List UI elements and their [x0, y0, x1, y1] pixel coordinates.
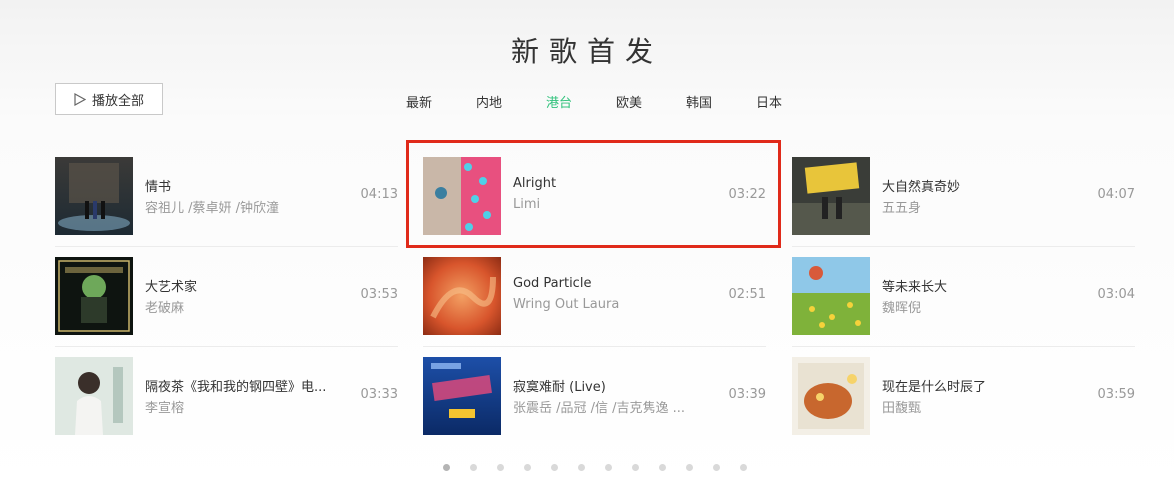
divider [792, 246, 1135, 247]
song-duration: 04:07 [1097, 187, 1135, 202]
song-duration: 02:51 [728, 287, 766, 302]
tab-japan[interactable]: 日本 [756, 92, 782, 111]
section-title: 新歌首发 [510, 35, 663, 68]
divider [423, 346, 766, 347]
album-cover[interactable] [55, 257, 133, 335]
tab-korea[interactable]: 韩国 [686, 92, 712, 111]
divider [792, 346, 1135, 347]
song-item[interactable]: 等未来长大 魏晖倪 03:04 [792, 257, 1135, 335]
divider [55, 246, 398, 247]
song-duration: 03:53 [360, 287, 398, 302]
page-dot[interactable] [524, 464, 531, 471]
song-artist[interactable]: 张震岳 /品冠 /信 /吉克隽逸 ... [513, 397, 685, 416]
region-tabs: 最新 内地 港台 欧美 韩国 日本 [0, 92, 1174, 112]
album-cover[interactable] [423, 357, 501, 435]
song-duration: 03:59 [1097, 387, 1135, 402]
song-artist[interactable]: Wring Out Laura [513, 297, 619, 312]
song-duration: 03:04 [1097, 287, 1135, 302]
page-dot[interactable] [686, 464, 693, 471]
album-cover[interactable] [792, 257, 870, 335]
song-item[interactable]: 大艺术家 老破麻 03:53 [55, 257, 398, 335]
song-title[interactable]: 隔夜茶《我和我的钢四壁》电... [145, 376, 326, 395]
song-artist[interactable]: 五五身 [882, 197, 921, 216]
page-dot[interactable] [470, 464, 477, 471]
song-artist[interactable]: 魏晖倪 [882, 297, 921, 316]
song-title[interactable]: God Particle [513, 276, 591, 291]
pagination-dots [0, 464, 1174, 472]
highlight-box [406, 140, 781, 248]
song-item[interactable]: God Particle Wring Out Laura 02:51 [423, 257, 766, 335]
song-duration: 03:39 [728, 387, 766, 402]
page-dot[interactable] [659, 464, 666, 471]
song-duration: 04:13 [360, 187, 398, 202]
song-title[interactable]: 情书 [145, 176, 171, 195]
song-title[interactable]: 等未来长大 [882, 276, 947, 295]
song-title[interactable]: 大自然真奇妙 [882, 176, 960, 195]
divider [55, 346, 398, 347]
song-item[interactable]: 隔夜茶《我和我的钢四壁》电... 李宣榕 03:33 [55, 357, 398, 435]
song-artist[interactable]: 田馥甄 [882, 397, 921, 416]
song-item[interactable]: 大自然真奇妙 五五身 04:07 [792, 157, 1135, 235]
tab-hk-tw[interactable]: 港台 [546, 92, 572, 111]
page-dot[interactable] [632, 464, 639, 471]
song-artist[interactable]: 老破麻 [145, 297, 184, 316]
album-cover[interactable] [55, 357, 133, 435]
page-dot[interactable] [497, 464, 504, 471]
page-dot[interactable] [578, 464, 585, 471]
song-item[interactable]: 现在是什么时辰了 田馥甄 03:59 [792, 357, 1135, 435]
page-dot[interactable] [443, 464, 450, 471]
song-duration: 03:33 [360, 387, 398, 402]
page-dot[interactable] [605, 464, 612, 471]
album-cover[interactable] [55, 157, 133, 235]
page-dot[interactable] [551, 464, 558, 471]
page-dot[interactable] [740, 464, 747, 471]
album-cover[interactable] [423, 257, 501, 335]
tab-latest[interactable]: 最新 [406, 92, 432, 111]
song-title[interactable]: 大艺术家 [145, 276, 197, 295]
song-artist[interactable]: 容祖儿 /蔡卓妍 /钟欣潼 [145, 197, 279, 216]
page-dot[interactable] [713, 464, 720, 471]
song-artist[interactable]: 李宣榕 [145, 397, 184, 416]
tab-western[interactable]: 欧美 [616, 92, 642, 111]
song-item[interactable]: 寂寞难耐 (Live) 张震岳 /品冠 /信 /吉克隽逸 ... 03:39 [423, 357, 766, 435]
album-cover[interactable] [792, 157, 870, 235]
song-item[interactable]: 情书 容祖儿 /蔡卓妍 /钟欣潼 04:13 [55, 157, 398, 235]
tab-mainland[interactable]: 内地 [476, 92, 502, 111]
song-title[interactable]: 现在是什么时辰了 [882, 376, 986, 395]
album-cover[interactable] [792, 357, 870, 435]
song-title[interactable]: 寂寞难耐 (Live) [513, 376, 606, 395]
